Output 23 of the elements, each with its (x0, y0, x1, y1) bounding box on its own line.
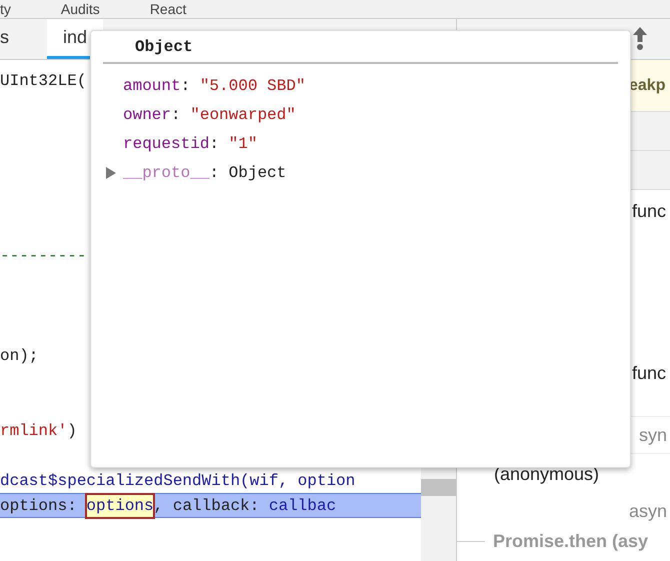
step-out-icon[interactable] (632, 27, 648, 51)
panel-tab[interactable]: Audits (60, 0, 100, 18)
panel-tab[interactable]: ty (0, 0, 11, 18)
panel-tab[interactable]: React (150, 0, 186, 18)
async-call-header: Promise.then (asy (493, 530, 648, 553)
call-frame-name: func (632, 200, 666, 222)
async-label: syn (638, 424, 667, 447)
file-tab[interactable]: s (0, 19, 9, 59)
async-label: asyn (628, 500, 667, 523)
code-line: dcast$specializedSendWith(wif, option (0, 470, 356, 492)
paused-banner-text: eakp (629, 76, 666, 96)
collapsed-triangle-icon[interactable] (106, 166, 116, 178)
scrollbar-thumb[interactable] (421, 479, 456, 496)
code-line: rmlink') (0, 420, 77, 442)
code-line: on); (0, 346, 38, 366)
property-entry: owner: "eonwarped" (123, 104, 296, 126)
property-entry: __proto__: Object (123, 162, 286, 184)
popover-title: Object (135, 36, 193, 58)
property-entry: requestid: "1" (123, 134, 258, 154)
code-line: --------- (0, 246, 86, 266)
property-entry: amount: "5.000 SBD" (123, 76, 306, 96)
code-line: UInt32LE( (0, 70, 86, 92)
call-frame-name: func (632, 362, 666, 384)
